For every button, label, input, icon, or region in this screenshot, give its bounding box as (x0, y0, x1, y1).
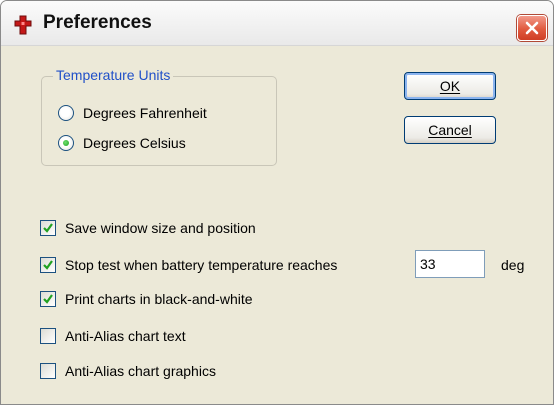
option-antialias-text-label: Anti-Alias chart text (65, 328, 186, 344)
check-mark-icon (43, 260, 53, 270)
checkbox-save-window[interactable] (40, 220, 56, 236)
checkbox-print-bw[interactable] (40, 291, 56, 307)
radio-fahrenheit-label: Degrees Fahrenheit (83, 105, 207, 121)
option-stop-test[interactable]: Stop test when battery temperature reach… (40, 256, 337, 274)
option-stop-test-label: Stop test when battery temperature reach… (65, 257, 338, 273)
checkbox-antialias-graphics[interactable] (40, 363, 56, 379)
window-title: Preferences (43, 12, 152, 33)
radio-celsius-button[interactable] (58, 135, 74, 151)
check-mark-icon (43, 223, 53, 233)
option-antialias-text[interactable]: Anti-Alias chart text (40, 327, 186, 345)
app-icon (13, 15, 33, 35)
radio-celsius-label: Degrees Celsius (83, 135, 186, 151)
option-print-bw-label: Print charts in black-and-white (65, 291, 253, 307)
close-button[interactable] (517, 15, 547, 41)
preferences-dialog: Preferences Temperature Units Degrees Fa… (0, 0, 554, 405)
option-save-window[interactable]: Save window size and position (40, 219, 256, 237)
ok-button[interactable]: OK (404, 72, 496, 100)
radio-celsius[interactable]: Degrees Celsius (58, 134, 186, 152)
check-mark-icon (43, 294, 53, 304)
option-antialias-graphics[interactable]: Anti-Alias chart graphics (40, 362, 216, 380)
close-icon (525, 21, 539, 35)
radio-fahrenheit-button[interactable] (58, 105, 74, 121)
temperature-unit-label: deg (501, 257, 525, 273)
cancel-button[interactable]: Cancel (404, 116, 496, 144)
checkbox-stop-test[interactable] (40, 257, 56, 273)
radio-fahrenheit[interactable]: Degrees Fahrenheit (58, 104, 207, 122)
option-antialias-graphics-label: Anti-Alias chart graphics (65, 363, 216, 379)
battery-temperature-input[interactable] (415, 250, 485, 278)
title-bar[interactable]: Preferences (1, 1, 553, 46)
temperature-units-legend: Temperature Units (53, 67, 174, 83)
checkbox-antialias-text[interactable] (40, 328, 56, 344)
option-print-bw[interactable]: Print charts in black-and-white (40, 290, 253, 308)
option-save-window-label: Save window size and position (65, 220, 256, 236)
